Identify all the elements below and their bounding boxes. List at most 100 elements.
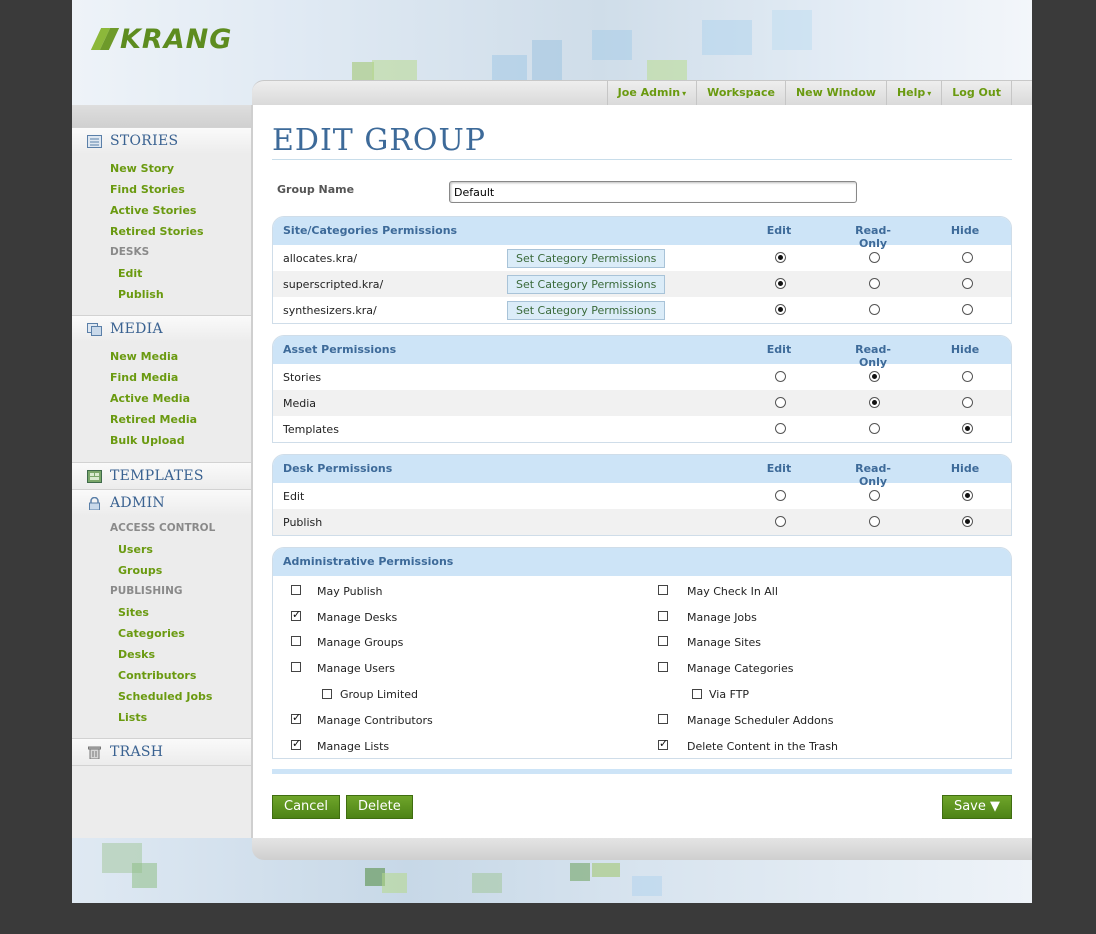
checkbox-group-limited[interactable] [322,689,332,699]
sidebar-heading-trash[interactable]: TRASH [72,738,251,766]
label-manage-scheduler-addons: Manage Scheduler Addons [687,714,834,727]
radio-edit[interactable] [775,516,786,527]
decor-tile [532,40,562,80]
sidebar-item-groups[interactable]: Groups [72,560,251,581]
sidebar-heading-label: MEDIA [110,321,163,337]
checkbox-via-ftp[interactable] [692,689,702,699]
delete-button[interactable]: Delete [346,795,413,819]
radio-read-only[interactable] [869,304,880,315]
sidebar-item-find-stories[interactable]: Find Stories [72,179,251,200]
checkbox-manage-users[interactable] [291,662,301,672]
checkbox-delete-content-in-trash[interactable] [658,737,668,750]
page-title: EDIT GROUP [272,123,1012,160]
sidebar-item-new-story[interactable]: New Story [72,158,251,179]
radio-edit[interactable] [775,304,786,315]
asset-label: Templates [283,423,339,436]
sidebar-item-categories[interactable]: Categories [72,623,251,644]
label-group-limited: Group Limited [340,688,419,701]
sidebar-item-bulk-upload[interactable]: Bulk Upload [72,430,251,451]
stories-icon [87,134,102,148]
radio-hide[interactable] [962,252,973,263]
site-label: allocates.kra/ [283,252,358,265]
table-row: Stories [273,364,1011,390]
radio-hide[interactable] [962,516,973,527]
nav-workspace[interactable]: Workspace [696,81,785,105]
asset-permissions-title: Asset Permissions [283,343,397,356]
column-hide: Hide [950,224,980,237]
decor-tile [472,873,502,893]
checkbox-manage-categories[interactable] [658,662,668,672]
radio-read-only[interactable] [869,397,880,408]
radio-read-only[interactable] [869,252,880,263]
radio-edit[interactable] [775,252,786,263]
sidebar-group-access-control: ACCESS CONTROL [110,522,216,534]
sidebar: STORIES New Story Find Stories Active St… [72,105,253,838]
radio-hide[interactable] [962,371,973,382]
sidebar-item-scheduled-jobs[interactable]: Scheduled Jobs [72,686,251,707]
set-category-permissions-button[interactable]: Set Category Permissions [507,249,666,268]
sidebar-item-lists[interactable]: Lists [72,707,251,728]
radio-edit[interactable] [775,397,786,408]
nav-new-window[interactable]: New Window [784,81,886,105]
radio-edit[interactable] [775,371,786,382]
nav-log-out[interactable]: Log Out [941,81,1012,105]
radio-hide[interactable] [962,423,973,434]
set-category-permissions-button[interactable]: Set Category Permissions [507,275,666,294]
sidebar-item-sites[interactable]: Sites [72,602,251,623]
checkbox-manage-lists[interactable] [291,737,301,750]
radio-edit[interactable] [775,490,786,501]
krang-logo[interactable]: KRANG [90,24,232,55]
radio-edit[interactable] [775,423,786,434]
decor-tile [592,863,620,877]
sidebar-item-contributors[interactable]: Contributors [72,665,251,686]
sidebar-heading-label: STORIES [110,133,179,149]
radio-read-only[interactable] [869,371,880,382]
decor-tile [592,30,632,60]
table-row: Publish [273,509,1011,535]
checkbox-may-publish[interactable] [291,585,301,595]
nav-help-menu[interactable]: Help ▾ [885,81,941,105]
checkbox-may-check-in-all[interactable] [658,585,668,595]
sidebar-heading-media[interactable]: MEDIA [72,315,251,342]
column-edit: Edit [766,224,792,237]
sidebar-item-users[interactable]: Users [72,539,251,560]
radio-hide[interactable] [962,304,973,315]
nav-user-menu[interactable]: Joe Admin ▾ [606,81,696,105]
sidebar-heading-admin[interactable]: ADMIN [72,489,251,516]
sidebar-item-active-media[interactable]: Active Media [72,388,251,409]
sidebar-item-desk-publish[interactable]: Publish [72,284,251,305]
checkbox-manage-desks[interactable] [291,608,301,621]
checkbox-manage-sites[interactable] [658,636,668,646]
radio-read-only[interactable] [869,278,880,289]
radio-read-only[interactable] [869,516,880,527]
main-content: EDIT GROUP Group Name Site/Categories Pe… [272,105,1012,819]
sidebar-section-stories: STORIES New Story Find Stories Active St… [72,127,251,315]
sidebar-item-desk-edit[interactable]: Edit [72,263,251,284]
checkbox-manage-jobs[interactable] [658,611,668,621]
table-row: Edit [273,483,1011,509]
checkbox-manage-scheduler-addons[interactable] [658,714,668,724]
sidebar-heading-stories[interactable]: STORIES [72,127,251,154]
radio-hide[interactable] [962,278,973,289]
cancel-button[interactable]: Cancel [272,795,341,819]
radio-edit[interactable] [775,278,786,289]
sidebar-item-retired-media[interactable]: Retired Media [72,409,251,430]
sidebar-item-active-stories[interactable]: Active Stories [72,200,251,221]
set-category-permissions-button[interactable]: Set Category Permissions [507,301,666,320]
radio-read-only[interactable] [869,423,880,434]
radio-hide[interactable] [962,490,973,501]
sidebar-item-retired-stories[interactable]: Retired Stories [72,221,251,242]
label-may-publish: May Publish [317,585,383,598]
save-button[interactable]: Save ▼ [941,795,1012,819]
radio-read-only[interactable] [869,490,880,501]
sidebar-heading-templates[interactable]: TEMPLATES [72,462,251,489]
checkbox-manage-contributors[interactable] [291,711,301,724]
group-name-input[interactable] [449,181,857,203]
table-row: Templates [273,416,1011,442]
sidebar-item-find-media[interactable]: Find Media [72,367,251,388]
radio-hide[interactable] [962,397,973,408]
sidebar-item-desks[interactable]: Desks [72,644,251,665]
sidebar-item-new-media[interactable]: New Media [72,346,251,367]
checkbox-manage-groups[interactable] [291,636,301,646]
footer-bar [252,838,1032,860]
